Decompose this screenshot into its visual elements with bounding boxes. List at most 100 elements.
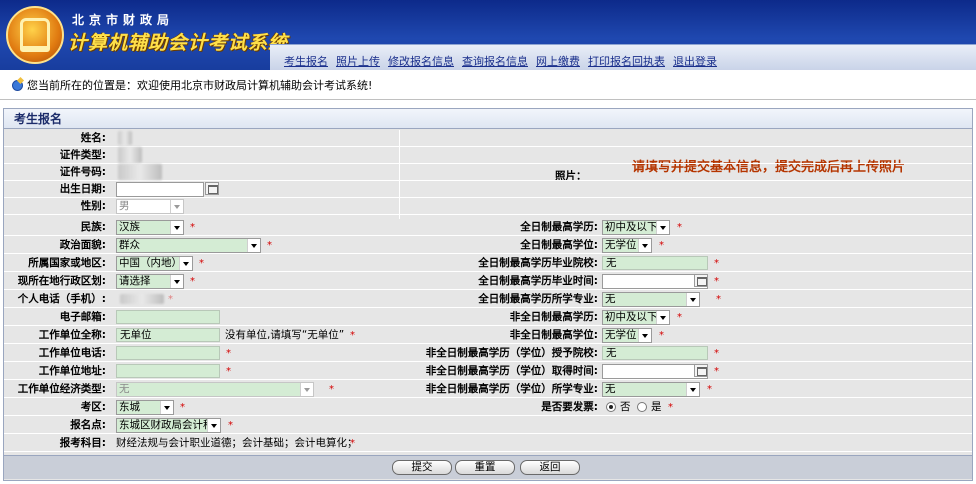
- location-text: 您当前所在的位置是：欢迎使用北京市财政局计算机辅助会计考试系统!: [27, 78, 373, 92]
- employer-input[interactable]: 无单位: [116, 328, 220, 342]
- ft-school-input[interactable]: 无: [602, 256, 708, 270]
- required-mark: *: [659, 240, 664, 251]
- invoice-label: 是否要发票:: [541, 401, 598, 413]
- phone-redacted: [120, 294, 164, 304]
- ethnicity-label: 民族:: [80, 221, 106, 233]
- econ-type-label: 工作单位经济类型:: [17, 383, 106, 395]
- location-pin-icon: [10, 78, 24, 92]
- ft-grad-time-input[interactable]: [602, 274, 708, 289]
- required-mark: *: [677, 222, 682, 233]
- employer-hint: 没有单位,请填写“无单位”: [225, 329, 345, 341]
- row-econ-type: 工作单位经济类型: 无 * 非全日制最高学历（学位）所学专业: 无 *: [4, 381, 972, 398]
- calendar-icon[interactable]: [205, 182, 219, 195]
- pt-degree-select[interactable]: 无学位: [602, 328, 652, 343]
- email-input[interactable]: [116, 310, 220, 324]
- nav-print-receipt[interactable]: 打印报名回执表: [588, 53, 665, 69]
- invoice-no-radio[interactable]: [606, 402, 616, 412]
- chevron-down-icon: [170, 275, 183, 288]
- name-redacted: [118, 131, 132, 145]
- ft-edu-select[interactable]: 初中及以下: [602, 220, 670, 235]
- nav-query-info[interactable]: 查询报名信息: [462, 53, 528, 69]
- nav-modify-info[interactable]: 修改报名信息: [388, 53, 454, 69]
- ft-degree-value: 无学位: [605, 239, 637, 251]
- nav-logout[interactable]: 退出登录: [673, 53, 717, 69]
- required-mark: *: [199, 258, 204, 269]
- ft-major-select[interactable]: 无: [602, 292, 700, 307]
- birth-date-input[interactable]: [116, 182, 204, 197]
- nav-register[interactable]: 考生报名: [284, 53, 328, 69]
- work-addr-label: 工作单位地址:: [38, 365, 106, 377]
- pt-major-select[interactable]: 无: [602, 382, 700, 397]
- nav-photo-upload[interactable]: 照片上传: [336, 53, 380, 69]
- pt-degree-label: 非全日制最高学位:: [509, 329, 598, 341]
- location-bar: 您当前所在的位置是：欢迎使用北京市财政局计算机辅助会计考试系统!: [0, 70, 976, 100]
- ft-school-label: 全日制最高学历毕业院校:: [478, 257, 598, 269]
- chevron-down-icon: [638, 329, 651, 342]
- invoice-yes-radio[interactable]: [637, 402, 647, 412]
- econ-type-value: 无: [119, 383, 130, 395]
- header-banner: 北京市财政局 计算机辅助会计考试系统 考生报名 照片上传 修改报名信息 查询报名…: [0, 0, 976, 70]
- gender-select[interactable]: 男: [116, 199, 184, 214]
- submit-button[interactable]: 提交: [392, 460, 452, 475]
- pt-school-label: 非全日制最高学历（学位）授予院校:: [425, 347, 598, 359]
- econ-type-select[interactable]: 无: [116, 382, 314, 397]
- work-phone-label: 工作单位电话:: [38, 347, 106, 359]
- required-mark: *: [226, 348, 231, 359]
- pt-school-input[interactable]: 无: [602, 346, 708, 360]
- email-label: 电子邮箱:: [59, 311, 106, 323]
- phone-label: 个人电话（手机）:: [17, 293, 106, 305]
- district-label: 现所在地行政区划:: [17, 275, 106, 287]
- political-label: 政治面貌:: [59, 239, 106, 251]
- pt-major-label: 非全日制最高学历（学位）所学专业:: [425, 383, 598, 395]
- chevron-down-icon: [656, 221, 669, 234]
- chevron-down-icon: [247, 239, 260, 252]
- ft-edu-label: 全日制最高学历:: [520, 221, 598, 233]
- district-select[interactable]: 请选择: [116, 274, 184, 289]
- row-work-phone: 工作单位电话: * 非全日制最高学历（学位）授予院校: 无 *: [4, 345, 972, 362]
- site-label: 报名点:: [70, 419, 106, 431]
- reset-button[interactable]: 重置: [455, 460, 515, 475]
- political-select[interactable]: 群众: [116, 238, 261, 253]
- back-button[interactable]: 返回: [520, 460, 580, 475]
- row-subjects: 报考科目: 财经法规与会计职业道德；会计基础；会计电算化； *: [4, 435, 972, 452]
- work-addr-input[interactable]: [116, 364, 220, 378]
- pt-edu-label: 非全日制最高学历:: [509, 311, 598, 323]
- required-mark: *: [267, 240, 272, 251]
- calendar-icon[interactable]: [694, 274, 708, 287]
- ft-degree-select[interactable]: 无学位: [602, 238, 652, 253]
- chevron-down-icon: [638, 239, 651, 252]
- required-mark: *: [350, 438, 355, 449]
- pt-major-value: 无: [605, 383, 616, 395]
- exam-area-value: 东城: [119, 401, 140, 413]
- pt-time-input[interactable]: [602, 364, 708, 379]
- required-mark: *: [190, 222, 195, 233]
- row-country: 所属国家或地区: 中国（内地） * 全日制最高学历毕业院校: 无 *: [4, 255, 972, 272]
- button-bar: 提交 重置 返回: [4, 455, 972, 479]
- required-mark: *: [714, 276, 719, 287]
- id-type-label: 证件类型:: [59, 149, 106, 161]
- row-employer: 工作单位全称: 无单位 没有单位,请填写“无单位” * 非全日制最高学位: 无学…: [4, 327, 972, 344]
- exam-area-select[interactable]: 东城: [116, 400, 174, 415]
- required-mark: *: [668, 402, 673, 413]
- required-mark: *: [168, 294, 173, 305]
- chevron-down-icon: [686, 293, 699, 306]
- site-select[interactable]: 东城区财政局会计科: [116, 418, 221, 433]
- row-birth: 出生日期:: [4, 181, 972, 198]
- country-select[interactable]: 中国（内地）: [116, 256, 193, 271]
- chevron-down-icon: [170, 221, 183, 234]
- pt-degree-value: 无学位: [605, 329, 637, 341]
- ft-major-label: 全日制最高学历所学专业:: [478, 293, 598, 305]
- work-phone-input[interactable]: [116, 346, 220, 360]
- ethnicity-select[interactable]: 汉族: [116, 220, 184, 235]
- nav-online-payment[interactable]: 网上缴费: [536, 53, 580, 69]
- row-district: 现所在地行政区划: 请选择 * 全日制最高学历毕业时间: *: [4, 273, 972, 290]
- district-value: 请选择: [119, 275, 151, 287]
- required-mark: *: [226, 366, 231, 377]
- gender-label: 性别:: [80, 200, 106, 212]
- pt-edu-select[interactable]: 初中及以下: [602, 310, 670, 325]
- political-value: 群众: [119, 239, 140, 251]
- emblem-logo: [6, 6, 64, 64]
- row-gender: 性别: 男: [4, 198, 972, 215]
- row-id-number: 证件号码:: [4, 164, 972, 181]
- calendar-icon[interactable]: [694, 364, 708, 377]
